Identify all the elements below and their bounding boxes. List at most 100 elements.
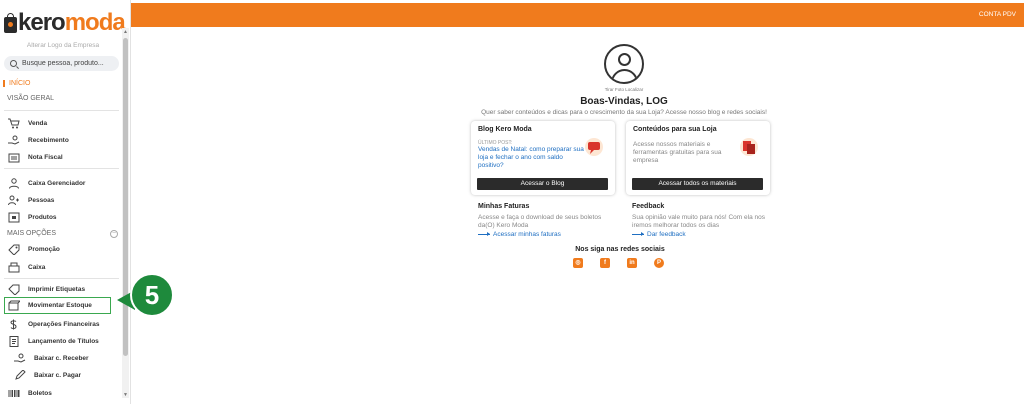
- sidebar-item-recebimento[interactable]: Recebimento: [7, 133, 119, 147]
- avatar[interactable]: [604, 44, 644, 84]
- nav-inicio[interactable]: INÍCIO: [3, 80, 30, 87]
- invoices-link-label: Acessar minhas faturas: [493, 231, 561, 238]
- avatar-head: [618, 53, 631, 66]
- pen-icon: [13, 369, 26, 381]
- arrow-right-icon: [478, 231, 490, 236]
- top-bar: CONTA PDV: [131, 3, 1024, 27]
- social-title: Nos siga nas redes sociais: [575, 246, 665, 253]
- content-card: Conteúdos para sua Loja Acesse nossos ma…: [626, 121, 770, 195]
- sidebar-item-label: Imprimir Etiquetas: [28, 285, 86, 293]
- feedback-link[interactable]: Dar feedback: [632, 231, 782, 238]
- people-icon: [7, 195, 20, 206]
- scroll-up-icon[interactable]: ▲: [123, 29, 128, 35]
- sidebar-item-label: Caixa Gerenciador: [28, 179, 86, 187]
- account-link[interactable]: CONTA PDV: [979, 11, 1016, 18]
- sidebar-item-label: Operações Financeiras: [28, 320, 100, 328]
- access-blog-button[interactable]: Acessar o Blog: [477, 178, 608, 190]
- sidebar-item-operacoes-financeiras[interactable]: Operações Financeiras: [7, 317, 119, 331]
- search-input[interactable]: [22, 60, 117, 67]
- sidebar-item-lancamento-titulos[interactable]: Lançamento de Títulos: [7, 334, 119, 348]
- feedback-section: Feedback Sua opinião vale muito para nós…: [632, 203, 782, 238]
- sidebar-item-nota-fiscal[interactable]: Nota Fiscal: [7, 150, 119, 164]
- invoices-title: Minhas Faturas: [478, 203, 530, 210]
- feedback-link-label: Dar feedback: [647, 231, 686, 238]
- collapse-icon[interactable]: −: [110, 230, 118, 238]
- instagram-icon[interactable]: ◎: [573, 258, 583, 268]
- sidebar-item-produtos[interactable]: Produtos: [7, 210, 119, 224]
- sidebar-item-label: Boletos: [28, 389, 52, 397]
- sidebar-item-label: Movimentar Estoque: [28, 302, 92, 309]
- invoice-icon: [7, 152, 20, 163]
- cart-icon: [7, 118, 20, 129]
- documents-icon: [740, 138, 758, 156]
- welcome-title: Boas-Vindas, LOG: [580, 96, 668, 107]
- divider: [4, 278, 119, 279]
- barcode-icon: [7, 388, 20, 399]
- sidebar-scrollbar[interactable]: ▲ ▼: [122, 28, 129, 398]
- linkedin-icon[interactable]: in: [627, 258, 637, 268]
- sidebar-item-label: Produtos: [28, 213, 57, 221]
- brand-word1: kero: [18, 9, 66, 36]
- divider: [4, 168, 119, 169]
- sidebar-item-label: Promoção: [28, 245, 60, 253]
- hand-coin-icon: [7, 135, 20, 146]
- sidebar-item-label: Baixar c. Receber: [34, 354, 89, 362]
- sidebar-item-pessoas[interactable]: Pessoas: [7, 193, 119, 207]
- change-logo-link[interactable]: Alterar Logo da Empresa: [0, 42, 126, 49]
- sidebar-item-boletos[interactable]: Boletos: [7, 386, 119, 400]
- shopping-bag-icon: [4, 12, 17, 33]
- facebook-icon[interactable]: f: [600, 258, 610, 268]
- hand-coin-icon: [13, 353, 26, 364]
- sidebar-item-imprimir-etiquetas[interactable]: Imprimir Etiquetas: [7, 282, 119, 296]
- scroll-down-icon[interactable]: ▼: [123, 392, 128, 398]
- access-materials-button[interactable]: Acessar todos os materiais: [632, 178, 763, 190]
- arrow-right-icon: [632, 231, 644, 236]
- box-icon: [7, 212, 20, 223]
- sidebar-item-label: Caixa: [28, 263, 46, 271]
- content-card-title: Conteúdos para sua Loja: [633, 126, 717, 133]
- sidebar-item-label: Lançamento de Títulos: [28, 337, 99, 345]
- cash-register-icon: [7, 262, 20, 273]
- section-mais-opcoes: MAIS OPÇÕES: [7, 230, 57, 237]
- sidebar-item-movimentar-estoque[interactable]: Movimentar Estoque: [4, 297, 111, 314]
- sidebar-item-baixar-pagar[interactable]: Baixar c. Pagar: [13, 368, 125, 382]
- chat-bubble-icon: [585, 138, 603, 156]
- person-icon: [7, 177, 20, 189]
- sidebar-item-label: Nota Fiscal: [28, 153, 63, 161]
- brand-logo[interactable]: kero moda: [4, 9, 126, 37]
- blog-card-title: Blog Kero Moda: [478, 126, 532, 133]
- brand-word2: moda: [64, 9, 126, 36]
- badge-number: 5: [145, 280, 159, 310]
- sidebar-item-label: Pessoas: [28, 196, 55, 204]
- invoices-link[interactable]: Acessar minhas faturas: [478, 231, 628, 238]
- content-card-desc: Acesse nossos materiais e ferramentas gr…: [633, 141, 722, 164]
- label-icon: [7, 284, 20, 295]
- sidebar-item-label: Venda: [28, 119, 48, 127]
- feedback-desc: Sua opinião vale muito para nós! Com ela…: [632, 214, 765, 229]
- avatar-body: [611, 69, 638, 82]
- document-icon: [7, 335, 20, 347]
- blog-card: Blog Kero Moda ÚLTIMO POST: Vendas de Na…: [471, 121, 615, 195]
- sidebar-item-caixa-gerenciador[interactable]: Caixa Gerenciador: [7, 176, 119, 190]
- search-icon: [10, 60, 17, 67]
- sidebar-item-label: Baixar c. Pagar: [34, 371, 81, 379]
- nav-visao-geral[interactable]: VISÃO GERAL: [7, 95, 54, 102]
- search-box[interactable]: [4, 56, 119, 71]
- invoices-desc: Acesse e faça o download de seus boletos…: [478, 214, 602, 229]
- tag-icon: [7, 244, 20, 255]
- welcome-subtitle: Quer saber conteúdos e dicas para o cres…: [481, 109, 767, 116]
- sidebar-item-caixa[interactable]: Caixa: [7, 260, 119, 274]
- sidebar: keromoda Alterar Logo da Empresa INÍCIO …: [0, 0, 131, 404]
- dollar-icon: [7, 319, 20, 330]
- sidebar-item-promocao[interactable]: Promoção: [7, 242, 119, 256]
- stock-icon: [7, 300, 20, 311]
- invoices-section: Minhas Faturas Acesse e faça o download …: [478, 203, 628, 238]
- sidebar-item-label: Recebimento: [28, 136, 69, 144]
- sidebar-item-venda[interactable]: Venda: [7, 116, 119, 130]
- feedback-title: Feedback: [632, 203, 665, 210]
- pinterest-icon[interactable]: P: [654, 258, 664, 268]
- sidebar-item-baixar-receber[interactable]: Baixar c. Receber: [13, 351, 125, 365]
- photo-actions[interactable]: Tirar Foto Localizar: [594, 87, 654, 92]
- last-post-link[interactable]: Vendas de Natal: como preparar sua loja …: [478, 146, 588, 170]
- divider: [4, 110, 119, 111]
